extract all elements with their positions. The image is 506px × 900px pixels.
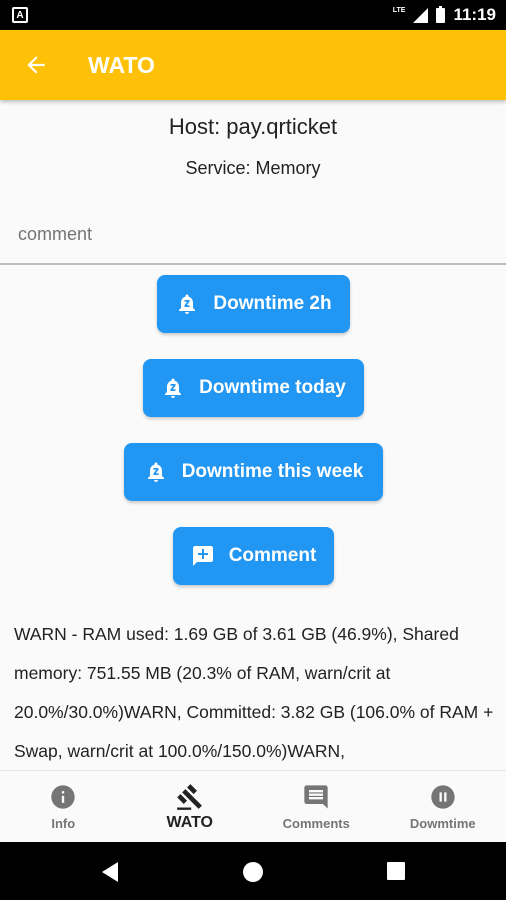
system-navigation-bar [0,842,506,900]
service-output-text: WARN - RAM used: 1.69 GB of 3.61 GB (46.… [14,624,494,761]
host-label: Host: pay.qrticket [168,114,338,139]
app-bar: WATO [0,30,506,100]
comment-button[interactable]: Comment [173,527,334,585]
nav-label-comments: Comments [282,816,350,831]
nav-item-downtime[interactable]: Dowmtime [380,771,506,842]
nav-label-info: Info [51,816,76,831]
snooze-bell-icon [147,462,164,482]
battery-icon [436,5,446,23]
recents-square-icon[interactable] [386,861,406,881]
gavel-icon [176,784,202,810]
back-button[interactable] [6,30,66,100]
info-icon [51,785,75,809]
lte-label: LTE [392,6,406,14]
home-circle-icon[interactable] [242,861,264,883]
downtime-today-label: Downtime today [199,377,346,398]
back-triangle-icon[interactable] [100,861,120,883]
add-comment-icon [192,546,213,566]
downtime-2h-label: Downtime 2h [213,293,332,314]
nav-label-downtime: Dowmtime [409,816,476,831]
status-bar: A LTE 11:19 [0,0,506,30]
status-right: LTE 11:19 [393,0,496,30]
nav-item-info[interactable]: Info [0,771,127,842]
notification-a-icon: A [12,7,28,23]
arrow-back-icon [27,56,45,74]
nav-item-wato[interactable]: WATO [127,771,254,842]
snooze-bell-icon [165,378,182,398]
comment-input[interactable] [0,205,506,265]
nav-item-comments[interactable]: Comments [253,771,380,842]
downtime-week-label: Downtime this week [181,461,364,482]
signal-icon [413,7,429,23]
bottom-navigation: Info WATO Comments Dowmtime [0,770,506,842]
downtime-week-button[interactable]: Downtime this week [124,443,383,501]
downtime-today-button[interactable]: Downtime today [143,359,364,417]
comment-button-label: Comment [228,545,317,566]
nav-label-wato: WATO [166,814,213,831]
pause-circle-icon [431,785,455,809]
service-label: Service: Memory [185,158,321,178]
snooze-bell-icon [179,294,196,314]
downtime-2h-button[interactable]: Downtime 2h [157,275,350,333]
app-title: WATO [88,51,155,78]
clock: 11:19 [453,5,496,24]
comment-icon [304,785,328,809]
